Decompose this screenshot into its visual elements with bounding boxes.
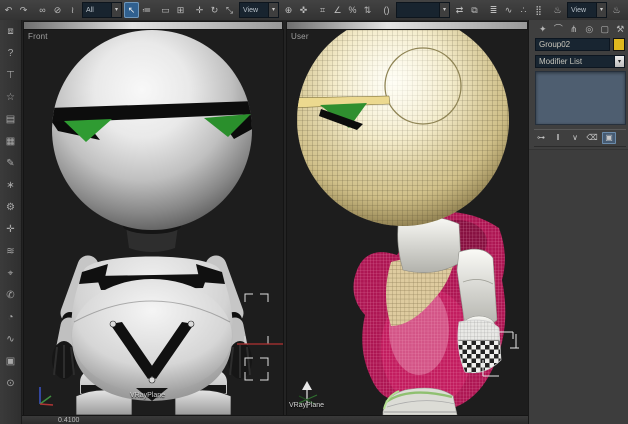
material-editor-icon[interactable]: ⣿ <box>531 2 546 18</box>
redo-icon[interactable]: ↷ <box>16 2 31 18</box>
unlink-selection-icon[interactable]: ⊘ <box>50 2 65 18</box>
configure-modifier-sets-button[interactable]: ▣ <box>602 132 616 144</box>
named-selection-sets-dropdown-arrow[interactable]: ▾ <box>439 3 449 17</box>
star-icon[interactable]: ☆ <box>3 90 19 105</box>
render-type-dropdown-value: View <box>571 6 587 14</box>
image-icon[interactable]: ▤ <box>3 112 19 127</box>
tab-create-icon[interactable]: ✦ <box>537 23 549 35</box>
rollout-area <box>529 149 628 424</box>
select-and-move-icon[interactable]: ✛ <box>192 2 207 18</box>
layer-manager-icon[interactable]: ≣ <box>486 2 501 18</box>
named-selection-sets-dropdown[interactable]: ▾ <box>396 2 450 18</box>
select-and-rotate-icon[interactable]: ↻ <box>207 2 222 18</box>
reference-coordinate-dropdown-arrow[interactable]: ▾ <box>268 3 278 17</box>
move-cross-icon[interactable]: ✛ <box>3 222 19 237</box>
spray-icon[interactable]: ∗ <box>3 178 19 193</box>
robot-head-wireframe[interactable] <box>287 30 509 226</box>
display-icon[interactable]: ▦ <box>3 134 19 149</box>
align-icon[interactable]: ⧉ <box>467 2 482 18</box>
3ds-max-window: ↶ ↷ ∞ ⊘ ≀ All ▾ ↖ ≔ ▭ ⊞ ✛ ↻ ⤡ View ▾ ⊕ ✜ ⌗ ∠% ⇅() ▾ ⇄ ⧉ ≣ ∿ ∴ ⣿ ♨ Vie… <box>0 0 628 424</box>
target-icon[interactable]: ⌖ <box>3 266 19 281</box>
ground-plane-label: VRayPlane <box>130 392 166 399</box>
render-type-dropdown[interactable]: View ▾ <box>567 2 607 18</box>
quick-render-icon[interactable]: ♨ <box>609 2 624 18</box>
bind-to-spacewarp-icon[interactable]: ≀ <box>65 2 80 18</box>
command-panel: ✦ ⌒ ⋔ ◎ ▢ ⚒ Group02 Modifier List ▾ ⊶ ‖ ∨ ⌫ ▣ <box>528 20 628 424</box>
robot-head[interactable] <box>48 30 265 230</box>
undo-icon[interactable]: ↶ <box>1 2 16 18</box>
axis-tripod <box>39 387 54 406</box>
select-object-icon[interactable]: ↖ <box>124 2 139 18</box>
percent-snap-icon[interactable]: % <box>345 2 360 18</box>
pin-stack-button[interactable]: ⊶ <box>534 132 548 144</box>
left-toolbar: ⧈? ⊤ ☆ ▤ ▦ ✎ ∗ ⚙ ✛ ≋ ⌖ ✆ ◔ ∿ ▣ ⊙ <box>0 20 22 424</box>
curve-editor-icon[interactable]: ∿ <box>501 2 516 18</box>
rectangular-selection-region-icon[interactable]: ▭ <box>158 2 173 18</box>
modifier-stack-list[interactable] <box>535 71 626 125</box>
tab-modify-icon[interactable]: ⌒ <box>553 23 565 35</box>
snap-toggle-3d-icon[interactable]: ⌗ <box>315 2 330 18</box>
viewport-front-label[interactable]: Front <box>28 32 48 41</box>
viewport-user-label[interactable]: User <box>291 32 309 41</box>
tab-display-icon[interactable]: ▢ <box>599 23 611 35</box>
gear-icon[interactable]: ⚙ <box>3 200 19 215</box>
schematic-view-icon[interactable]: ∴ <box>516 2 531 18</box>
tab-utilities-icon[interactable]: ⚒ <box>615 23 627 35</box>
command-panel-tabs: ✦ ⌒ ⋔ ◎ ▢ ⚒ <box>529 20 628 36</box>
make-unique-button[interactable]: ∨ <box>568 132 582 144</box>
head-circle-detail <box>384 47 462 125</box>
phone-icon[interactable]: ✆ <box>3 288 19 303</box>
waves-icon[interactable]: ≋ <box>3 244 19 259</box>
stack-button-row: ⊶ ‖ ∨ ⌫ ▣ <box>534 129 626 147</box>
edit-named-selection-sets-icon[interactable]: () <box>379 2 394 18</box>
status-value: 0.4100 <box>58 417 80 424</box>
modifier-list-dropdown[interactable]: Modifier List <box>535 55 615 68</box>
render-setup-icon[interactable]: ♨ <box>550 2 565 18</box>
tab-hierarchy-icon[interactable]: ⋔ <box>568 23 580 35</box>
select-and-manipulate-icon[interactable]: ✜ <box>296 2 311 18</box>
selection-filter-dropdown-arrow[interactable]: ▾ <box>111 3 121 17</box>
window-crossing-icon[interactable]: ⊞ <box>173 2 188 18</box>
select-and-scale-icon[interactable]: ⤡ <box>222 2 237 18</box>
window-icon[interactable]: ▣ <box>3 354 19 369</box>
modifier-list-arrow[interactable]: ▾ <box>615 55 625 68</box>
viewport-user-scene[interactable] <box>287 30 528 415</box>
viewport-front-scene[interactable] <box>24 30 283 415</box>
main-toolbar: ↶ ↷ ∞ ⊘ ≀ All ▾ ↖ ≔ ▭ ⊞ ✛ ↻ ⤡ View ▾ ⊕ ✜ ⌗ ∠% ⇅() ▾ ⇄ ⧉ ≣ ∿ ∴ ⣿ ♨ Vie… <box>0 0 628 21</box>
object-name-field[interactable]: Group02 <box>535 38 610 51</box>
selection-filter-dropdown-value: All <box>86 6 94 14</box>
use-pivot-center-icon[interactable]: ⊕ <box>281 2 296 18</box>
selection-filter-dropdown[interactable]: All ▾ <box>82 2 122 18</box>
robot-torso[interactable] <box>71 256 233 402</box>
mirror-icon[interactable]: ⇄ <box>452 2 467 18</box>
box-icon[interactable]: ⧈ <box>3 24 19 39</box>
viewport-user[interactable]: User VRayPlane <box>286 29 529 416</box>
show-end-result-button[interactable]: ‖ <box>551 132 565 144</box>
select-by-name-icon[interactable]: ≔ <box>139 2 154 18</box>
pencil-icon[interactable]: ✎ <box>3 156 19 171</box>
robot-side-model[interactable] <box>287 30 528 415</box>
render-type-dropdown-arrow[interactable]: ▾ <box>596 3 606 17</box>
remove-modifier-button[interactable]: ⌫ <box>585 132 599 144</box>
spinner-snap-icon[interactable]: ⇅ <box>360 2 375 18</box>
help-icon[interactable]: ? <box>3 46 19 61</box>
curve-icon[interactable]: ∿ <box>3 332 19 347</box>
robot-front-model[interactable] <box>48 30 265 415</box>
select-and-link-icon[interactable]: ∞ <box>35 2 50 18</box>
object-color-swatch[interactable] <box>613 38 625 51</box>
status-bar: 0.4100 <box>22 415 528 424</box>
reference-coordinate-dropdown[interactable]: View ▾ <box>239 2 279 18</box>
viewport-area: Front VRayPlane User VRayPlane <box>22 20 529 416</box>
ground-plane-label: VRayPlane <box>289 402 325 409</box>
reference-coordinate-dropdown-value: View <box>243 6 259 14</box>
viewport-front[interactable]: Front VRayPlane <box>23 29 284 416</box>
angle-snap-icon[interactable]: ∠ <box>330 2 345 18</box>
tsquare-icon[interactable]: ⊤ <box>3 68 19 83</box>
clock-icon[interactable]: ◔ <box>3 310 19 325</box>
zoom-icon[interactable]: ⊙ <box>3 376 19 391</box>
tab-motion-icon[interactable]: ◎ <box>584 23 596 35</box>
